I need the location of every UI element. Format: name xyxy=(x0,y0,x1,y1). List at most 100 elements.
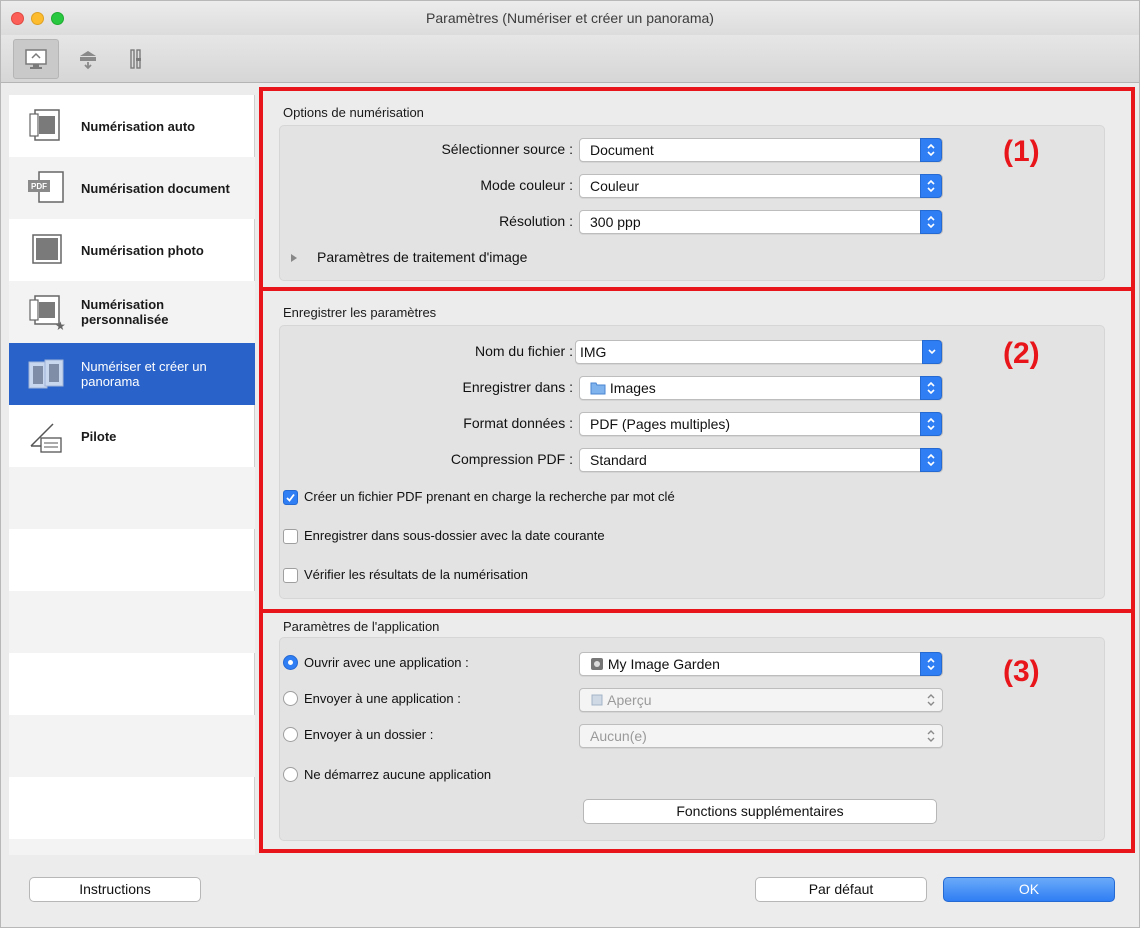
open-with-app-label: Ouvrir avec une application : xyxy=(304,655,469,670)
resolution-select[interactable]: 300 ppp xyxy=(579,210,943,234)
disclosure-triangle-icon xyxy=(291,254,297,262)
updown-arrow-icon xyxy=(920,138,942,162)
sidebar-item-panorama[interactable]: Numériser et créer un panorama xyxy=(9,343,255,405)
color-mode-select[interactable]: Couleur xyxy=(579,174,943,198)
section-title: Enregistrer les paramètres xyxy=(283,305,437,320)
pdf-compression-label: Compression PDF : xyxy=(450,451,573,467)
sidebar-item-label: Numérisation document xyxy=(81,180,230,196)
section-title: Options de numérisation xyxy=(283,105,424,120)
send-to-folder-radio[interactable] xyxy=(283,727,298,742)
date-subfolder-label: Enregistrer dans sous-dossier avec la da… xyxy=(304,528,605,543)
file-name-combobox[interactable]: IMG xyxy=(575,340,943,364)
ok-button[interactable]: OK xyxy=(943,877,1115,902)
save-in-value: Images xyxy=(609,380,656,396)
file-name-value: IMG xyxy=(580,344,607,360)
save-in-label: Enregistrer dans : xyxy=(462,379,574,395)
sidebar: Numérisation auto PDF Numérisation docum… xyxy=(9,95,255,855)
check-results-label: Vérifier les résultats de la numérisatio… xyxy=(304,567,528,582)
save-settings-section: Enregistrer les paramètres Nom du fichie… xyxy=(259,287,1135,613)
more-functions-button[interactable]: Fonctions supplémentaires xyxy=(583,799,937,824)
callout-number: (3) xyxy=(1003,655,1040,688)
scanner-panel-icon xyxy=(80,51,96,70)
pdf-compression-select[interactable]: Standard xyxy=(579,448,943,472)
sidebar-empty-row xyxy=(9,715,255,777)
updown-arrow-icon xyxy=(920,652,942,676)
check-results-checkbox[interactable] xyxy=(283,568,298,583)
updown-arrow-icon xyxy=(920,412,942,436)
window-title: Paramètres (Numériser et créer un panora… xyxy=(426,10,714,26)
send-to-app-value: Aperçu xyxy=(607,692,652,708)
keyword-search-label: Créer un fichier PDF prenant en charge l… xyxy=(304,489,675,504)
send-to-app-radio[interactable] xyxy=(283,691,298,706)
sidebar-item-label: Numériser et créer un panorama xyxy=(81,359,207,389)
title-bar: Paramètres (Numériser et créer un panora… xyxy=(1,1,1139,35)
folder-icon xyxy=(590,382,606,395)
sidebar-empty-row xyxy=(9,839,255,855)
updown-arrow-icon xyxy=(920,448,942,472)
data-format-label: Format données : xyxy=(463,415,573,431)
photo-scan-icon xyxy=(32,234,62,264)
color-mode-label: Mode couleur : xyxy=(480,177,573,193)
save-in-select[interactable]: Images xyxy=(579,376,943,400)
send-to-folder-label: Envoyer à un dossier : xyxy=(304,727,434,742)
no-app-radio[interactable] xyxy=(283,767,298,782)
auto-scan-icon xyxy=(29,109,60,141)
sidebar-item-label: Pilote xyxy=(81,428,117,444)
computer-scan-icon xyxy=(25,49,47,69)
sidebar-item-driver[interactable]: Pilote xyxy=(9,405,255,467)
open-with-app-radio[interactable] xyxy=(283,655,298,670)
callout-number: (2) xyxy=(1003,337,1040,370)
chevron-down-icon xyxy=(922,340,942,364)
tab-general-settings[interactable] xyxy=(113,39,159,79)
preview-app-icon xyxy=(591,694,603,706)
source-value: Document xyxy=(590,142,654,158)
sidebar-item-custom-scan[interactable]: ★ Numérisation personnalisée xyxy=(9,281,255,343)
send-to-app-label: Envoyer à une application : xyxy=(304,691,461,706)
scan-options-section: Options de numérisation Sélectionner sou… xyxy=(259,87,1135,291)
defaults-button[interactable]: Par défaut xyxy=(755,877,927,902)
settings-window: Paramètres (Numériser et créer un panora… xyxy=(0,0,1140,928)
color-mode-value: Couleur xyxy=(590,178,640,194)
date-subfolder-checkbox[interactable] xyxy=(283,529,298,544)
pdf-document-icon: PDF xyxy=(28,171,64,203)
open-with-app-value: My Image Garden xyxy=(607,656,720,672)
updown-arrow-icon xyxy=(920,376,942,400)
section-title: Paramètres de l'application xyxy=(283,619,440,634)
resolution-value: 300 ppp xyxy=(590,214,641,230)
keyword-search-checkbox[interactable] xyxy=(283,490,298,505)
sidebar-item-label: Numérisation personnalisée xyxy=(81,297,169,327)
custom-scan-icon: ★ xyxy=(29,295,66,332)
minimize-window-button[interactable] xyxy=(31,12,44,25)
panorama-icon xyxy=(28,359,64,389)
sidebar-item-photo-scan[interactable]: Numérisation photo xyxy=(9,219,255,281)
sidebar-item-label: Numérisation photo xyxy=(81,242,204,258)
tab-scan-from-computer[interactable] xyxy=(13,39,59,79)
sidebar-item-auto-scan[interactable]: Numérisation auto xyxy=(9,95,255,157)
updown-arrow-icon xyxy=(920,210,942,234)
updown-arrow-icon xyxy=(920,724,942,748)
send-to-folder-select[interactable]: Aucun(e) xyxy=(579,724,943,748)
send-to-app-select[interactable]: Aperçu xyxy=(579,688,943,712)
tools-icon xyxy=(130,49,141,69)
tab-scan-from-panel[interactable] xyxy=(65,39,111,79)
source-label: Sélectionner source : xyxy=(441,141,573,157)
sidebar-item-document-scan[interactable]: PDF Numérisation document xyxy=(9,157,255,219)
instructions-button[interactable]: Instructions xyxy=(29,877,201,902)
sidebar-empty-row xyxy=(9,467,255,529)
no-app-label: Ne démarrez aucune application xyxy=(304,767,492,782)
open-with-app-select[interactable]: My Image Garden xyxy=(579,652,943,676)
send-to-folder-value: Aucun(e) xyxy=(590,728,647,744)
updown-arrow-icon xyxy=(920,174,942,198)
app-settings-section: Paramètres de l'application Ouvrir avec … xyxy=(259,609,1135,853)
data-format-select[interactable]: PDF (Pages multiples) xyxy=(579,412,943,436)
sidebar-item-label: Numérisation auto xyxy=(81,118,196,134)
app-icon xyxy=(591,658,603,670)
file-name-label: Nom du fichier : xyxy=(474,343,573,359)
close-window-button[interactable] xyxy=(11,12,24,25)
zoom-window-button[interactable] xyxy=(51,12,64,25)
toolbar xyxy=(1,35,1139,83)
callout-number: (1) xyxy=(1003,135,1040,168)
sidebar-empty-row xyxy=(9,591,255,653)
source-select[interactable]: Document xyxy=(579,138,943,162)
driver-icon xyxy=(30,423,62,453)
